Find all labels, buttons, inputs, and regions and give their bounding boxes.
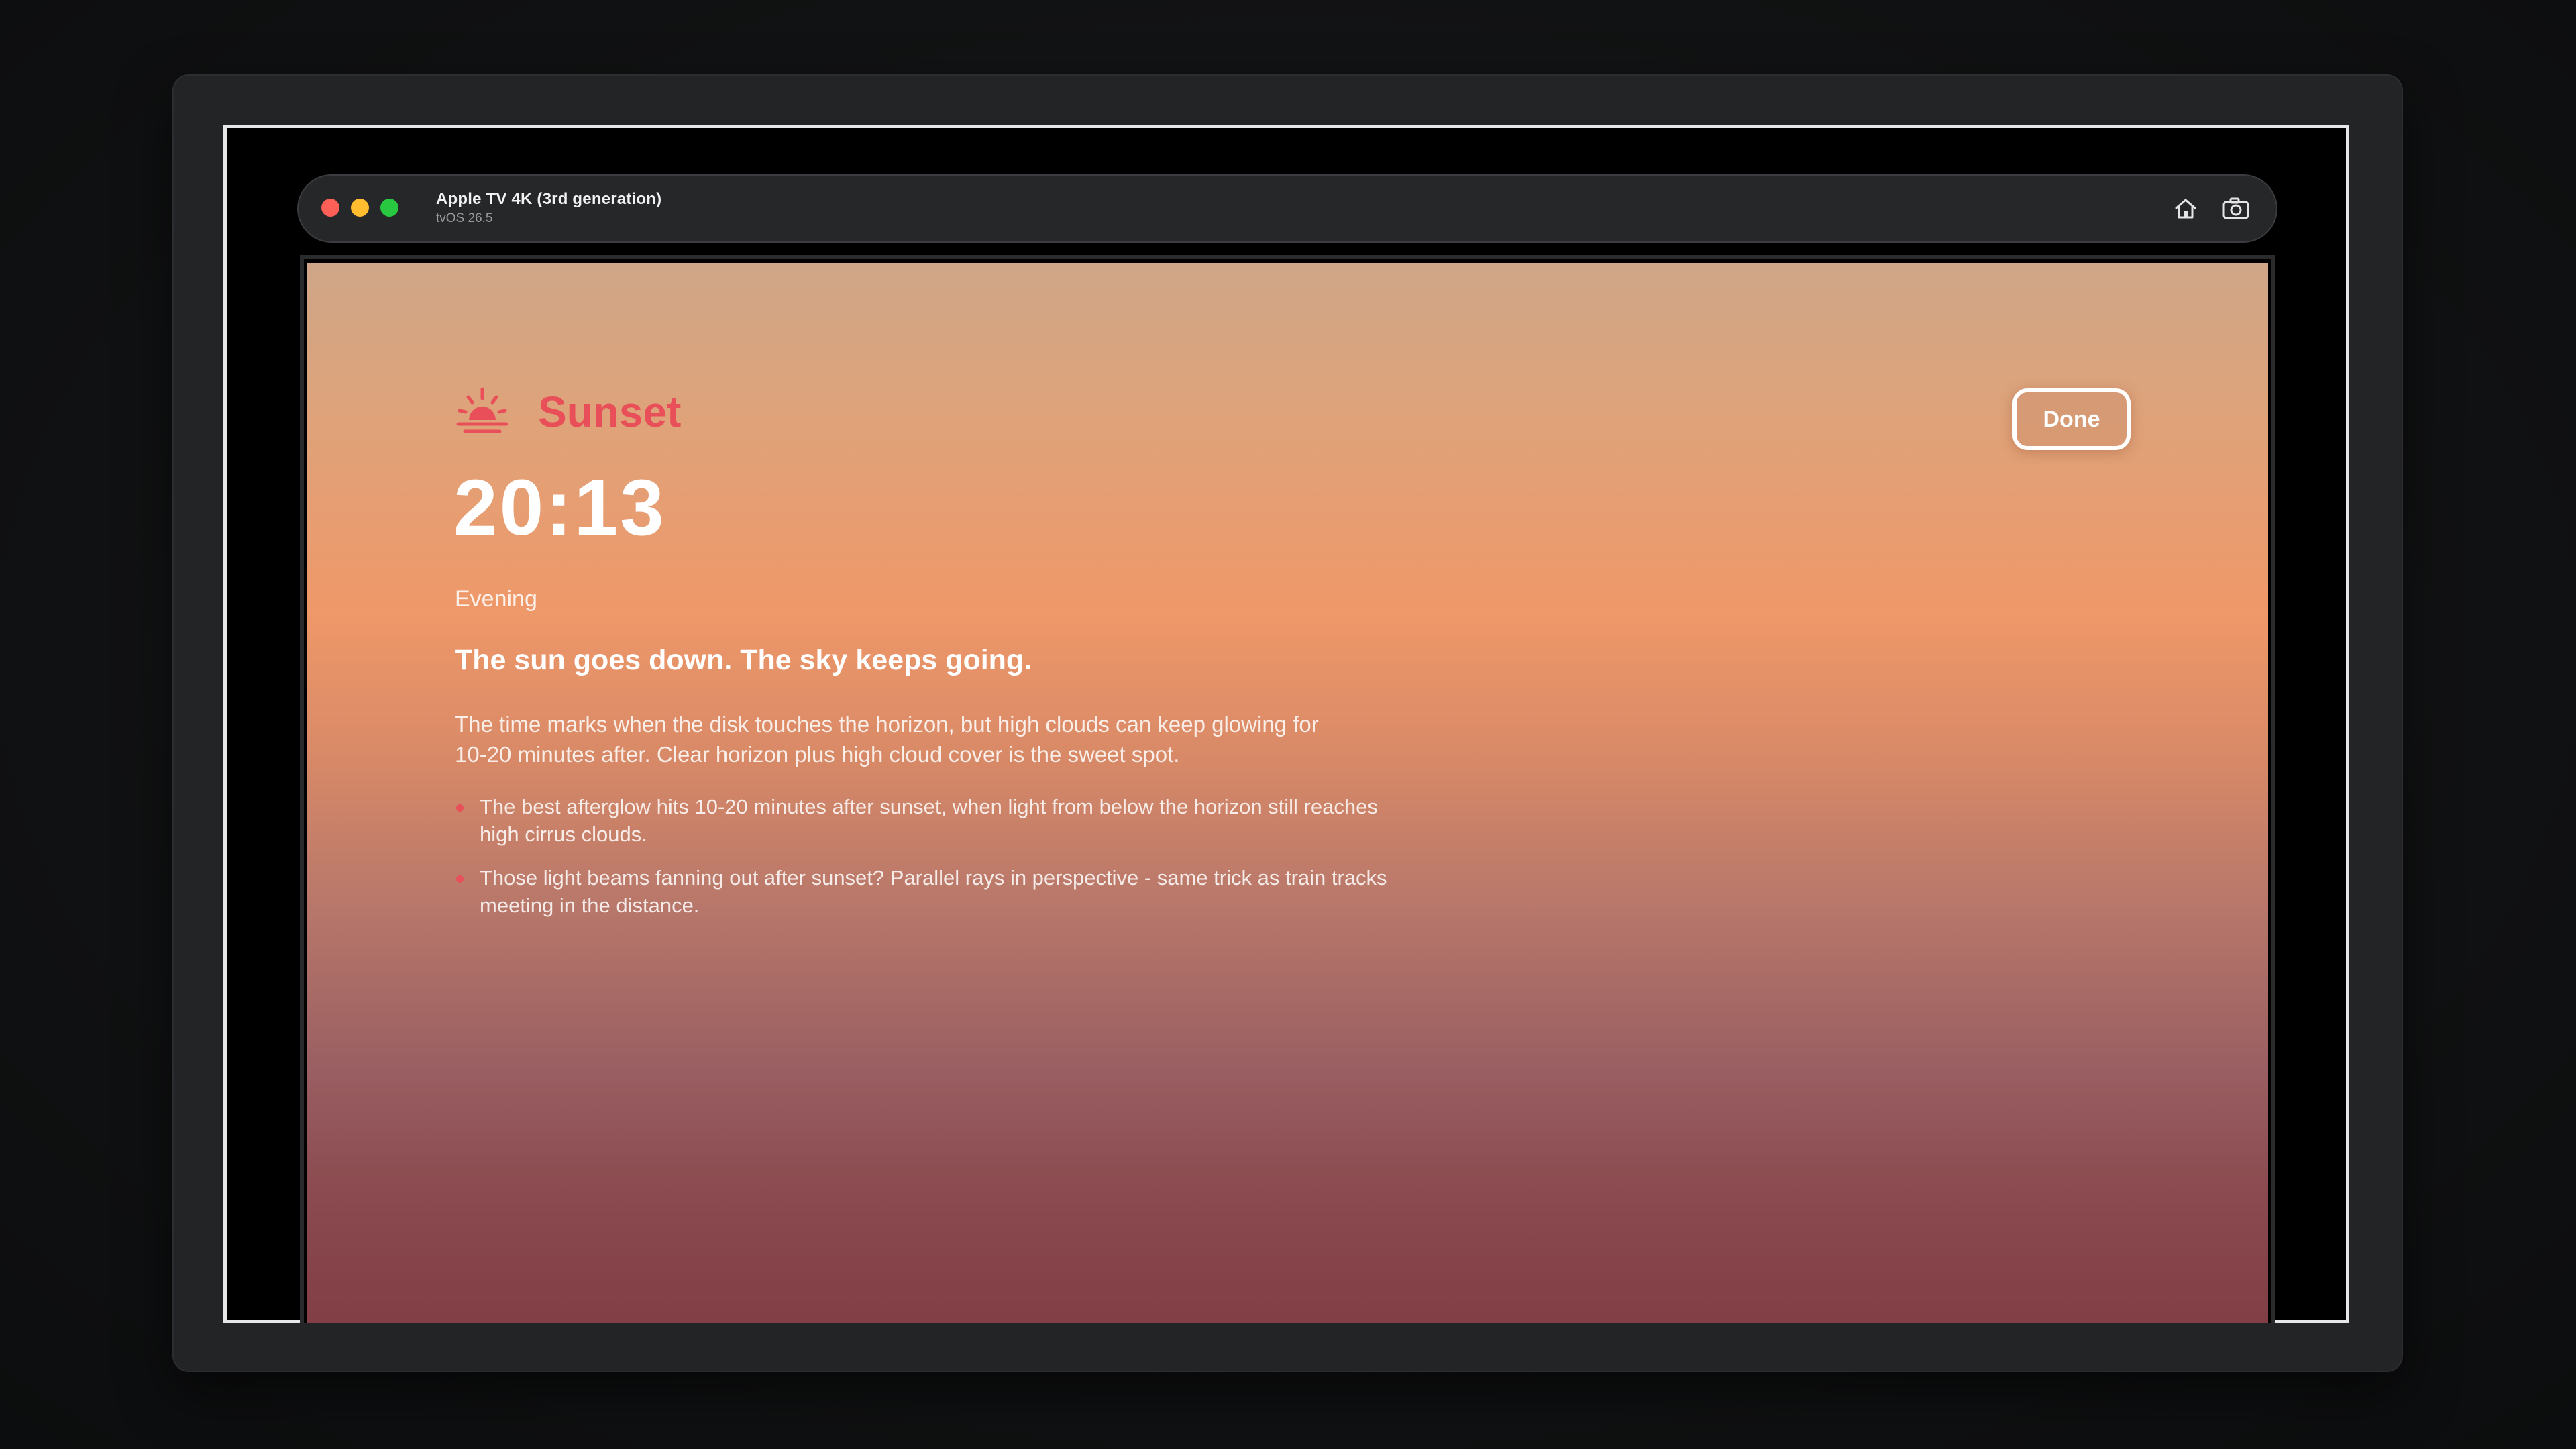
simulator-toolbar	[297, 174, 2277, 243]
detail-headline: The sun goes down. The sky keeps going.	[455, 644, 1032, 676]
home-icon[interactable]	[2170, 193, 2201, 224]
sunset-detail-view: Sunset 20:13 Evening The sun goes down. …	[307, 263, 2268, 1323]
screenshot-camera-icon[interactable]	[2220, 193, 2251, 224]
detail-description: The time marks when the disk touches the…	[455, 709, 1434, 769]
tip-text-line: The best afterglow hits 10-20 minutes af…	[480, 795, 1378, 818]
close-window-button[interactable]	[321, 199, 339, 217]
tips-list: The best afterglow hits 10-20 minutes af…	[455, 793, 1474, 935]
detail-title: Sunset	[538, 388, 682, 436]
bullet-dot-icon	[456, 804, 464, 812]
tip-item: The best afterglow hits 10-20 minutes af…	[455, 793, 1474, 848]
done-button[interactable]: Done	[2012, 388, 2131, 450]
device-os-version: tvOS 26.5	[436, 211, 493, 225]
zoom-window-button[interactable]	[380, 199, 398, 217]
device-name: Apple TV 4K (3rd generation)	[436, 190, 662, 208]
tip-item: Those light beams fanning out after suns…	[455, 864, 1474, 919]
bullet-dot-icon	[456, 875, 464, 883]
sunset-time: 20:13	[453, 464, 666, 552]
tv-screen: Sunset 20:13 Evening The sun goes down. …	[300, 255, 2275, 1323]
description-line: The time marks when the disk touches the…	[455, 712, 1319, 737]
tip-text-line: meeting in the distance.	[480, 894, 700, 917]
time-period-label: Evening	[455, 586, 537, 612]
description-line: 10-20 minutes after. Clear horizon plus …	[455, 742, 1180, 767]
tip-text-line: high cirrus clouds.	[480, 822, 647, 846]
sunset-icon	[455, 386, 509, 435]
tip-text-line: Those light beams fanning out after suns…	[480, 866, 1387, 890]
minimize-window-button[interactable]	[351, 199, 369, 217]
